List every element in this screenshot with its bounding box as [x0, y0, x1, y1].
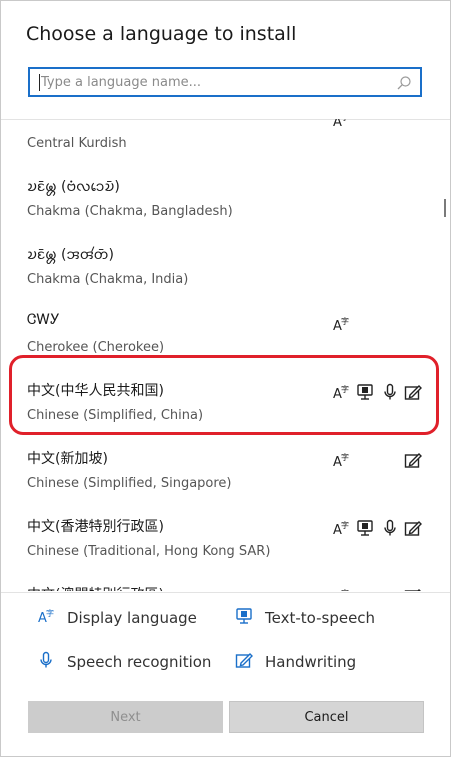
language-native-name: 中文(香港特別行政區) [27, 519, 164, 535]
svg-text:字: 字 [341, 119, 349, 122]
language-description: Chakma (Chakma, India) [27, 272, 189, 287]
text-caret [39, 74, 40, 91]
legend-display-label: Display language [67, 609, 197, 627]
legend-tts-label: Text-to-speech [265, 609, 376, 627]
language-description: Cherokee (Cherokee) [27, 340, 165, 355]
cancel-button[interactable]: Cancel [229, 701, 424, 733]
legend-speech-recognition: Speech recognition [37, 651, 211, 673]
language-description: Chakma (Chakma, Bangladesh) [27, 204, 233, 219]
handwriting-icon [404, 519, 422, 537]
selection-highlight-annotation [9, 355, 439, 435]
microphone-icon [37, 651, 67, 673]
dialog-title: Choose a language to install [26, 23, 297, 45]
text-to-speech-icon [235, 607, 265, 629]
language-list-item[interactable]: Central Kurdish A字 [1, 119, 446, 165]
language-list-item[interactable]: 中文(新加坡) Chinese (Simplified, Singapore) A 字 [1, 437, 446, 505]
language-native-name: 中文(澳門特別行政區) [27, 584, 164, 591]
legend-handwriting-label: Handwriting [265, 653, 357, 671]
next-button[interactable]: Next [28, 701, 223, 733]
language-list-item[interactable]: 𑄌𑄋𑄴𑄟𑄳𑄦 (𑄝𑄁𑄣𑄘𑄬𑄌𑄴) Chakma (Chakma, Banglade… [1, 165, 446, 233]
language-description: Chinese (Traditional, Hong Kong SAR) [27, 544, 271, 559]
display-language-icon: A字 [332, 119, 350, 129]
language-list-item[interactable]: 中文(香港特別行政區) Chinese (Traditional, Hong Ko… [1, 505, 446, 573]
handwriting-icon [404, 587, 422, 591]
search-icon[interactable] [396, 75, 412, 91]
legend-divider [1, 592, 450, 593]
handwriting-icon [404, 451, 422, 469]
display-language-icon: A字 [332, 451, 350, 469]
legend-text-to-speech: Text-to-speech [235, 607, 375, 629]
search-input[interactable] [41, 72, 391, 92]
language-description: Chinese (Simplified, Singapore) [27, 476, 232, 491]
svg-text:字: 字 [341, 316, 349, 326]
display-language-icon: A字 [332, 519, 350, 537]
language-native-name: 中文(新加坡) [27, 451, 108, 467]
handwriting-icon [235, 651, 265, 673]
svg-text:字: 字 [341, 588, 349, 591]
svg-text:字: 字 [46, 608, 54, 618]
svg-text:字: 字 [341, 452, 349, 462]
language-list-item[interactable]: 𑄌𑄋𑄴𑄟𑄳𑄦 (𑄞𑄢𑄧𑄖𑄴) Chakma (Chakma, India) [1, 233, 446, 301]
language-description: Central Kurdish [27, 136, 127, 151]
legend-display-language: A字 Display language [37, 607, 197, 629]
search-box[interactable] [28, 67, 422, 97]
legend-handwriting: Handwriting [235, 651, 356, 673]
legend-speech-label: Speech recognition [67, 653, 212, 671]
display-language-icon: A字 [37, 607, 67, 629]
display-language-icon: A字 [332, 587, 350, 591]
svg-text:字: 字 [341, 520, 349, 530]
language-native-name: 𑄌𑄋𑄴𑄟𑄳𑄦 (𑄝𑄁𑄣𑄘𑄬𑄌𑄴) [27, 179, 120, 195]
language-picker-dialog: Choose a language to install Central Kur… [0, 0, 451, 757]
text-to-speech-icon [356, 519, 374, 537]
scrollbar-thumb[interactable] [444, 199, 446, 217]
language-list-item[interactable]: 中文(澳門特別行政區) A字 [1, 573, 446, 591]
display-language-icon: A字 [332, 315, 350, 333]
language-native-name: 𑄌𑄋𑄴𑄟𑄳𑄦 (𑄞𑄢𑄧𑄖𑄴) [27, 247, 114, 263]
microphone-icon [381, 519, 399, 537]
language-native-name: ᏣᎳᎩ [27, 312, 60, 328]
